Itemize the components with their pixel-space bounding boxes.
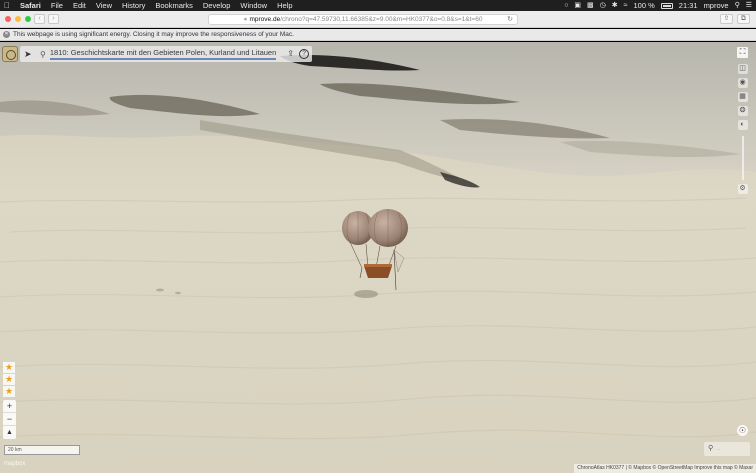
search-placeholder: ... [716,446,721,452]
globe-icon[interactable]: ◉ [737,78,748,88]
close-window-button[interactable] [5,16,11,22]
url-path: /chrono?q=47.59730,11.66385&z=9.00&m=HK0… [280,16,483,23]
maximize-window-button[interactable] [25,16,31,22]
lock-icon: ● [243,16,248,23]
forward-button[interactable]: › [48,14,59,24]
menu-develop[interactable]: Develop [203,0,231,11]
favorites-list: ★ ★ ★ [3,362,15,397]
map-search-box[interactable]: ⚲... [704,442,750,456]
close-icon[interactable]: ✕ [3,31,10,38]
help-icon[interactable]: ? [299,49,309,59]
menubar-time[interactable]: 21:31 [679,0,698,11]
menu-file[interactable]: File [51,0,63,11]
favorite-star-icon[interactable]: ★ [3,374,15,385]
share-page-button[interactable]: ⇧ [720,14,733,24]
status-circle-icon[interactable]: ○ [564,0,568,11]
window-controls [5,16,31,22]
settings-icon[interactable]: ⚙ [737,184,748,194]
menu-edit[interactable]: Edit [73,0,86,11]
zoom-in-button[interactable]: + [3,400,16,413]
bluetooth-icon[interactable]: ✱ [612,0,618,11]
zoom-controls: + − ▲ [3,400,16,439]
chronoatlas-logo-button[interactable] [2,46,18,62]
paper-plane-icon[interactable]: ➤ [24,49,34,60]
balloon-airship-marker[interactable] [336,206,418,306]
compass-reset-button[interactable]: ▲ [3,426,16,439]
menu-help[interactable]: Help [277,0,292,11]
time-slider[interactable] [741,136,744,180]
menu-bookmarks[interactable]: Bookmarks [155,0,193,11]
energy-warning-text: This webpage is using significant energy… [13,31,294,38]
wifi-icon[interactable]: ≈ [624,0,628,11]
map-attribution[interactable]: ChronoAtlas HK0377 | © Mapbox © OpenStre… [574,464,756,473]
favorite-star-icon[interactable]: ★ [3,362,15,373]
notification-center-icon[interactable]: ☰ [746,0,752,11]
share-icon[interactable]: ⇪ [287,49,294,58]
favorite-star-icon[interactable]: ★ [3,386,15,397]
map-viewport[interactable]: ➤ ⚲ 1810: Geschichtskarte mit den Gebiet… [0,42,756,473]
menu-app-safari[interactable]: Safari [20,0,41,11]
menubar-user[interactable]: mprove [704,0,729,11]
tilt-icon[interactable]: ◐ [737,120,748,130]
menu-view[interactable]: View [96,0,112,11]
status-clock-icon[interactable]: ◷ [600,0,606,11]
spotlight-icon[interactable]: ⚲ [735,0,740,11]
status-screen-icon[interactable]: ▩ [587,0,594,11]
map-title[interactable]: 1810: Geschichtskarte mit den Gebieten P… [49,48,277,60]
map-title-strip: ➤ ⚲ 1810: Geschichtskarte mit den Gebiet… [0,46,312,62]
search-icon: ⚲ [708,445,714,452]
zoom-out-button[interactable]: − [3,413,16,426]
grid-icon[interactable]: ▦ [737,92,748,102]
reload-icon[interactable]: ↻ [507,15,513,24]
compass-icon[interactable]: ❂ [737,106,748,116]
menu-history[interactable]: History [122,0,145,11]
menu-window[interactable]: Window [240,0,267,11]
tabs-overview-button[interactable]: ⧉ [737,14,750,24]
menubar-status-area: ○ ▣ ▩ ◷ ✱ ≈ 100 % 21:31 mprove ⚲ ☰ [564,0,752,11]
address-bar[interactable]: ● mprove.de/chrono?q=47.59730,11.66385&z=… [208,14,518,25]
url-domain: mprove.de [249,16,281,23]
scale-bar: 20 km [4,445,80,455]
map-right-toolbar: ◫ ◉ ▦ ❂ ◐ ⚙ [737,64,748,224]
battery-icon[interactable] [660,2,673,9]
battery-percent: 100 % [633,1,655,10]
layers-icon[interactable]: ◫ [737,64,748,74]
toolbar-right-buttons: ⇧ ⧉ [720,14,750,24]
minimize-window-button[interactable] [15,16,21,22]
back-button[interactable]: ‹ [34,14,45,24]
status-box-icon[interactable]: ▣ [574,0,581,11]
macos-menubar:  Safari File Edit View History Bookmark… [0,0,756,11]
map-title-panel: ➤ ⚲ 1810: Geschichtskarte mit den Gebiet… [20,46,312,62]
mapbox-logo[interactable]: mapbox [4,461,25,467]
apple-icon[interactable]:  [4,0,10,11]
energy-warning-banner: ✕ This webpage is using significant ener… [0,29,756,41]
safari-toolbar: ‹ › ● mprove.de/chrono?q=47.59730,11.6638… [0,11,756,28]
locate-icon[interactable]: ☉ [737,425,748,436]
fullscreen-icon[interactable]: ⛶ [737,47,748,58]
search-icon[interactable]: ⚲ [40,50,46,59]
